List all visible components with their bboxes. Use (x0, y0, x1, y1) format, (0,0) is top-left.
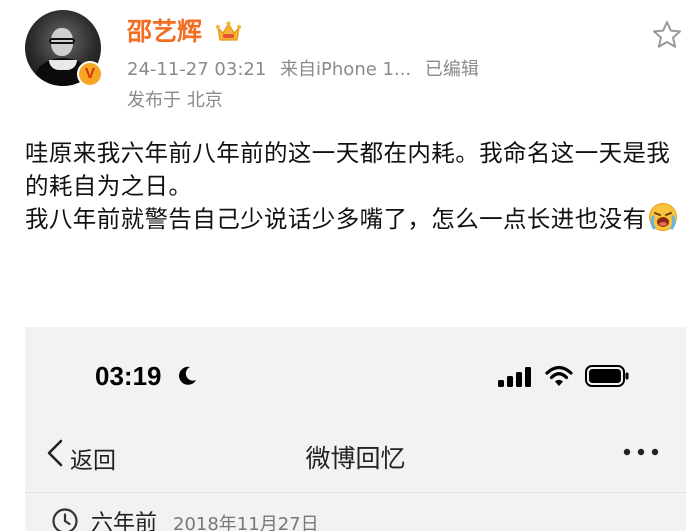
divider (25, 492, 686, 493)
edited-label[interactable]: 已编辑 (425, 59, 479, 80)
embedded-screenshot: 03:19 返回 微博回忆 六年前 2018年11月27日 (25, 327, 686, 531)
crying-face-emoji (649, 203, 678, 231)
page-title: 微博回忆 (305, 444, 406, 473)
post-text-line: 哇原来我六年前八年前的这一天都在内耗。我命名这一天是我的耗自为之日。 (25, 139, 671, 200)
star-outline-icon[interactable] (651, 19, 683, 51)
post-text-line: 我八年前就警告自己少说话少多嘴了，怎么一点长进也没有 (25, 202, 685, 236)
memory-label: 六年前 (91, 511, 158, 531)
signal-icon (498, 367, 531, 387)
username[interactable]: 邵艺辉 (127, 16, 202, 48)
memory-date: 2018年11月27日 (173, 514, 319, 531)
verified-badge-icon: V (77, 61, 103, 87)
post-content: 哇原来我六年前八年前的这一天都在内耗。我命名这一天是我的耗自为之日。 我八年前就… (25, 137, 685, 236)
more-icon[interactable] (621, 446, 661, 458)
post-text-line-2: 我八年前就警告自己少说话少多嘴了，怎么一点长进也没有 (25, 205, 647, 233)
status-time: 03:19 (95, 361, 162, 391)
clock-icon (52, 508, 78, 531)
post-timestamp: 24-11-27 03:21 (127, 59, 267, 80)
battery-icon (585, 365, 629, 387)
post-location: 发布于 北京 (127, 90, 223, 111)
post-meta: 24-11-27 03:21 来自iPhone 1... 已编辑 (127, 57, 487, 83)
post-source[interactable]: 来自iPhone 1... (280, 59, 411, 80)
moon-icon (179, 366, 196, 385)
crown-icon (216, 21, 241, 41)
navbar: 返回 微博回忆 (25, 422, 686, 492)
wifi-icon (545, 365, 573, 386)
